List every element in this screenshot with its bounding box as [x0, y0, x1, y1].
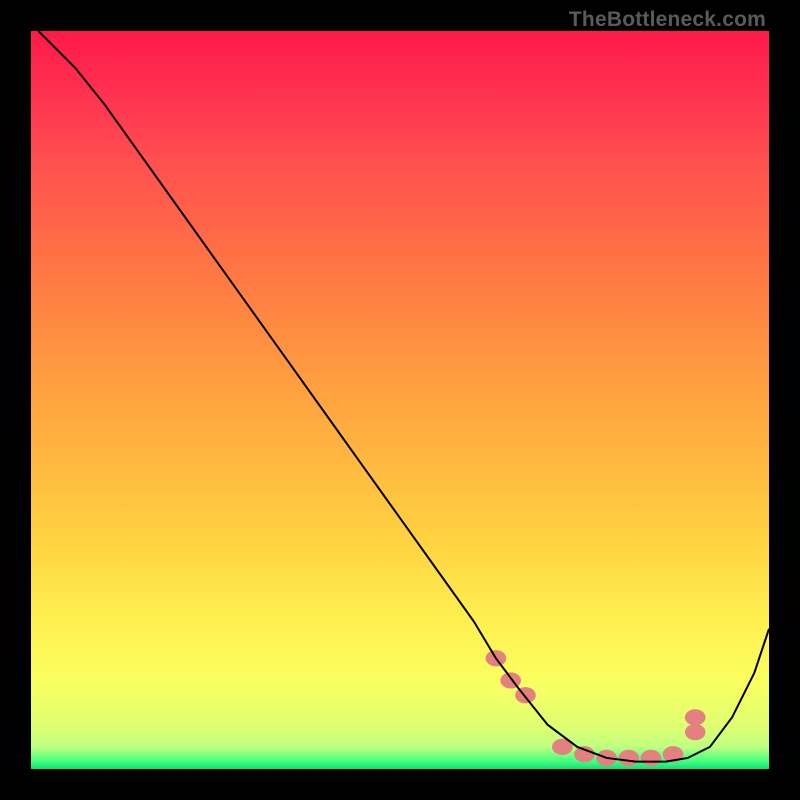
watermark-text: TheBottleneck.com: [569, 8, 766, 32]
chart-container: TheBottleneck.com: [0, 0, 800, 800]
chart-svg: [31, 31, 769, 769]
bottleneck-curve: [38, 31, 769, 762]
highlight-dot: [685, 724, 706, 740]
highlight-dot: [574, 746, 595, 762]
highlight-dot: [618, 750, 639, 766]
highlight-dots-group: [486, 650, 706, 766]
highlight-dot: [685, 709, 706, 725]
highlight-dot: [641, 750, 662, 766]
